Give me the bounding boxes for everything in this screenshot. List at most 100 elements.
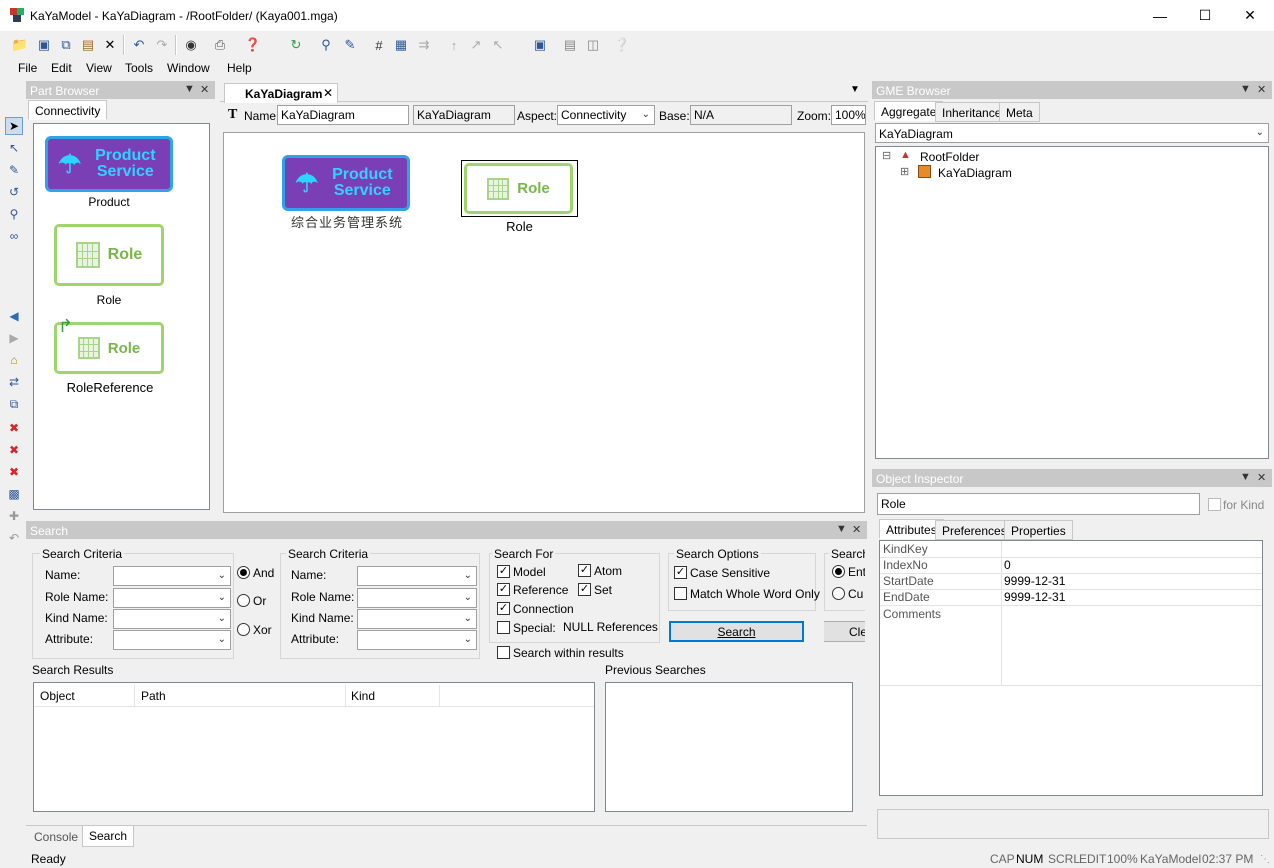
browser-combo[interactable]: KaYaDiagram ⌄	[875, 123, 1269, 143]
part-role[interactable]: Role Role	[54, 224, 164, 307]
open-icon[interactable]: 📁	[10, 35, 30, 55]
connection-checkbox[interactable]: ✓	[497, 602, 510, 615]
minimize-button[interactable]: —	[1137, 0, 1183, 31]
menu-window[interactable]: Window	[167, 61, 210, 75]
maximize-button[interactable]: ☐	[1182, 0, 1228, 31]
special-checkbox[interactable]	[497, 621, 510, 634]
attribute-row[interactable]: EndDate 9999-12-31	[880, 590, 1262, 606]
tab-connectivity[interactable]: Connectivity	[28, 100, 108, 120]
menu-tools[interactable]: Tools	[125, 61, 153, 75]
pane-close-icon[interactable]: ✕	[1257, 83, 1266, 96]
paste-icon[interactable]: ▤	[78, 35, 98, 55]
print-icon[interactable]: ⎙	[210, 35, 230, 55]
within-results-checkbox[interactable]	[497, 646, 510, 659]
instances-icon[interactable]: ⧉	[5, 395, 23, 413]
name-combo[interactable]: ⌄	[113, 566, 231, 586]
disconnect-mode-icon[interactable]: ↺	[5, 183, 23, 201]
attribute-row[interactable]: KindKey	[880, 542, 1262, 558]
search-results-list[interactable]: Object Path Kind	[33, 682, 595, 812]
column-object[interactable]: Object	[40, 689, 75, 703]
grid-icon[interactable]: #	[369, 35, 389, 55]
tab-console[interactable]: Console	[29, 828, 83, 847]
connect-mode-icon[interactable]: ✎	[5, 161, 23, 179]
visualize-mode-icon[interactable]: ⚲	[5, 205, 23, 223]
delete-icon[interactable]: ✕	[100, 35, 120, 55]
edit-connect-icon[interactable]: ✎	[340, 35, 360, 55]
kind-name-combo[interactable]: ⌄	[113, 609, 231, 629]
arrow-branch-icon[interactable]: ↖	[488, 35, 508, 55]
part-rolereference[interactable]: Role ↱ RoleReference	[42, 316, 178, 395]
role-name-combo-2[interactable]: ⌄	[357, 588, 477, 608]
menu-view[interactable]: View	[86, 61, 112, 75]
clear-button[interactable]: Cle	[824, 621, 865, 642]
attribute-row[interactable]: IndexNo 0	[880, 558, 1262, 574]
pane-menu-icon[interactable]: ▼	[836, 523, 847, 535]
scope-current-radio[interactable]	[832, 587, 845, 600]
model-checkbox[interactable]: ✓	[497, 565, 510, 578]
set-mode-icon[interactable]: ∞	[5, 227, 23, 245]
zoom-input[interactable]: 100%	[831, 105, 866, 125]
subtype-icon[interactable]: ▩	[5, 485, 23, 503]
move-icon[interactable]: ✚	[5, 507, 23, 525]
attach-icon[interactable]: ↶	[5, 529, 23, 547]
zoom-mode-icon[interactable]: ↖	[5, 139, 23, 157]
undo-icon[interactable]: ↶	[129, 35, 149, 55]
tab-kayadiagram[interactable]: KaYaDiagram ✕	[224, 83, 338, 103]
set-checkbox[interactable]: ✓	[578, 583, 591, 596]
or-radio[interactable]	[237, 594, 250, 607]
attribute-row[interactable]: StartDate 9999-12-31	[880, 574, 1262, 590]
tab-aggregate[interactable]: Aggregate	[874, 101, 944, 121]
whole-word-checkbox[interactable]	[674, 587, 687, 600]
arrow-up-icon[interactable]: ↑	[444, 35, 464, 55]
column-kind[interactable]: Kind	[351, 689, 375, 703]
scope-entire-radio[interactable]	[832, 565, 845, 578]
pane-close-icon[interactable]: ✕	[852, 523, 861, 536]
xor-radio[interactable]	[237, 623, 250, 636]
search-button[interactable]: Search	[669, 621, 804, 642]
tab-close-icon[interactable]: ✕	[323, 86, 333, 100]
pane-close-icon[interactable]: ✕	[1257, 471, 1266, 484]
forward-icon[interactable]: ▶	[5, 329, 23, 347]
cycle-icon[interactable]: ⇄	[5, 373, 23, 391]
object-name-input[interactable]: Role	[877, 493, 1200, 515]
arrow-upright-icon[interactable]: ↗	[466, 35, 486, 55]
pane-close-icon[interactable]: ✕	[200, 83, 209, 96]
attribute-row[interactable]: Comments	[883, 607, 941, 621]
name-combo-2[interactable]: ⌄	[357, 566, 477, 586]
atom-checkbox[interactable]: ✓	[578, 564, 591, 577]
save-icon[interactable]: ▣	[34, 35, 54, 55]
attribute-combo[interactable]: ⌄	[113, 630, 231, 650]
diagram-canvas[interactable]: ☂ Product Service 综合业务管理系统 Role Role	[223, 132, 865, 513]
tab-meta[interactable]: Meta	[999, 102, 1040, 122]
delete-connection-icon[interactable]: ✖	[5, 419, 23, 437]
close-button[interactable]: ✕	[1227, 0, 1273, 31]
role-name-combo[interactable]: ⌄	[113, 588, 231, 608]
sequence-icon[interactable]: ⇉	[414, 35, 434, 55]
help-icon[interactable]: ❓	[243, 35, 263, 55]
refresh-icon[interactable]: ↻	[286, 35, 306, 55]
delete-all-icon[interactable]: ✖	[5, 441, 23, 459]
context-help-icon[interactable]: ❔	[612, 35, 632, 55]
kind-name-combo-2[interactable]: ⌄	[357, 609, 477, 629]
resize-grip-icon[interactable]: ⋱	[1260, 854, 1270, 865]
zoom-icon[interactable]: ⚲	[316, 35, 336, 55]
menu-help[interactable]: Help	[227, 61, 252, 75]
tab-search[interactable]: Search	[82, 826, 135, 847]
split-vertical-icon[interactable]: ◫	[583, 35, 603, 55]
tab-attributes[interactable]: Attributes	[879, 519, 944, 539]
menu-file[interactable]: File	[18, 61, 37, 75]
diagram-object-product[interactable]: ☂ Product Service 综合业务管理系统	[282, 155, 412, 231]
column-path[interactable]: Path	[141, 689, 166, 703]
window-icon[interactable]: ▣	[530, 35, 550, 55]
menu-edit[interactable]: Edit	[51, 61, 72, 75]
find-icon[interactable]: ◉	[181, 35, 201, 55]
for-kind-checkbox[interactable]	[1208, 498, 1221, 511]
tab-properties[interactable]: Properties	[1004, 520, 1073, 540]
tab-inheritance[interactable]: Inheritance	[935, 102, 1009, 122]
reference-checkbox[interactable]: ✓	[497, 583, 510, 596]
pane-menu-icon[interactable]: ▼	[1240, 471, 1251, 483]
redo-icon[interactable]: ↷	[152, 35, 172, 55]
attribute-combo-2[interactable]: ⌄	[357, 630, 477, 650]
tab-list-icon[interactable]: ▼	[850, 84, 860, 95]
select-mode-icon[interactable]: ➤	[5, 117, 23, 135]
